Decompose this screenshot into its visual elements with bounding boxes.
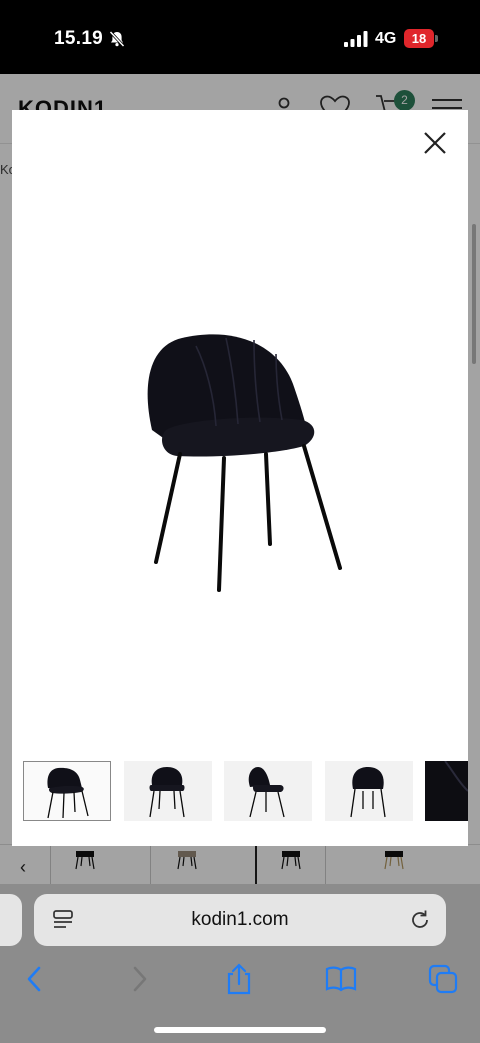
image-thumbnail-4[interactable] [325, 761, 413, 821]
address-bar[interactable]: kodin1.com [34, 894, 446, 946]
home-indicator[interactable] [154, 1027, 326, 1033]
previous-tab-edge[interactable] [0, 894, 22, 946]
image-thumbnail-1[interactable] [23, 761, 111, 821]
image-lightbox [12, 110, 469, 846]
tabs-icon[interactable] [426, 962, 460, 996]
url-text: kodin1.com [191, 909, 289, 930]
signal-icon [344, 31, 368, 47]
battery-level: 18 [404, 29, 434, 48]
image-thumbnail-2[interactable] [124, 761, 212, 821]
browser-toolbar: kodin1.com [0, 884, 480, 1043]
chair-front-angle-thumbnail [47, 767, 89, 819]
chair-detail-thumbnail [444, 760, 469, 792]
chair-front-thumbnail [149, 767, 185, 818]
image-thumbnail-3[interactable] [224, 761, 312, 821]
network-type: 4G [375, 30, 397, 47]
image-thumbnail-5[interactable] [425, 760, 469, 821]
screen: 15.19 4G 18 KODIN1 2 Ko ‹ kodin1.com [0, 0, 480, 1043]
chair-back-thumbnail [350, 767, 386, 818]
reload-icon[interactable] [408, 908, 432, 932]
product-image [147, 334, 342, 592]
close-icon[interactable] [420, 128, 450, 158]
bookmarks-icon[interactable] [324, 962, 358, 996]
battery-cap [435, 35, 438, 42]
status-bar: 15.19 4G 18 [0, 0, 480, 74]
forward-icon[interactable] [122, 962, 156, 996]
back-icon[interactable] [18, 962, 52, 996]
share-icon[interactable] [222, 962, 256, 996]
mute-bell-icon [109, 30, 125, 48]
battery-icon: 18 [404, 29, 438, 48]
status-time: 15.19 [54, 28, 104, 49]
chair-side-thumbnail [248, 767, 285, 818]
